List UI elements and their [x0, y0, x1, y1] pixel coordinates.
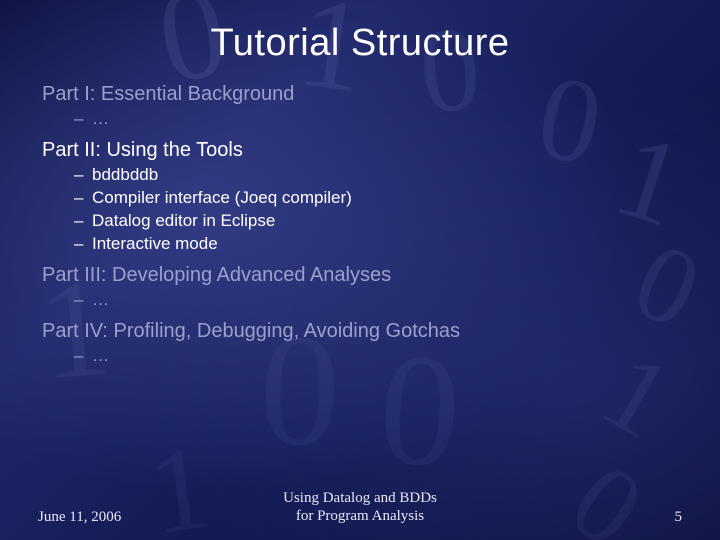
part-item: –…: [74, 108, 678, 131]
part-item-text: Interactive mode: [92, 234, 218, 253]
slide-title: Tutorial Structure: [42, 22, 678, 65]
dash-icon: –: [74, 345, 92, 368]
part-heading: Part II: Using the Tools: [42, 139, 678, 162]
part-item-text: Compiler interface (Joeq compiler): [92, 188, 352, 207]
outline: Part I: Essential Background–…Part II: U…: [42, 83, 678, 368]
dash-icon: –: [74, 187, 92, 210]
footer-line1: Using Datalog and BDDs: [283, 490, 437, 506]
dash-icon: –: [74, 164, 92, 187]
part-heading: Part IV: Profiling, Debugging, Avoiding …: [42, 320, 678, 343]
part-heading: Part I: Essential Background: [42, 83, 678, 106]
part-item-text: …: [92, 346, 109, 365]
dash-icon: –: [74, 108, 92, 131]
part-item: –…: [74, 345, 678, 368]
dash-icon: –: [74, 233, 92, 256]
footer-center: Using Datalog and BDDs for Program Analy…: [188, 489, 532, 527]
footer-date: June 11, 2006: [38, 509, 188, 526]
part-items: –…: [74, 289, 678, 312]
part-item-text: Datalog editor in Eclipse: [92, 211, 275, 230]
dash-icon: –: [74, 289, 92, 312]
part-item: –bddbddb: [74, 164, 678, 187]
part-item: –Compiler interface (Joeq compiler): [74, 187, 678, 210]
slide: Tutorial Structure Part I: Essential Bac…: [0, 0, 720, 540]
part-items: –…: [74, 108, 678, 131]
part-item: –…: [74, 289, 678, 312]
footer-line2: for Program Analysis: [296, 508, 424, 524]
part-items: –bddbddb–Compiler interface (Joeq compil…: [74, 164, 678, 256]
part-item-text: …: [92, 109, 109, 128]
part-item: –Interactive mode: [74, 233, 678, 256]
part-heading: Part III: Developing Advanced Analyses: [42, 264, 678, 287]
part-item-text: …: [92, 290, 109, 309]
part-item: –Datalog editor in Eclipse: [74, 210, 678, 233]
part-items: –…: [74, 345, 678, 368]
footer-page: 5: [532, 509, 682, 526]
part-item-text: bddbddb: [92, 165, 158, 184]
footer: June 11, 2006 Using Datalog and BDDs for…: [0, 489, 720, 527]
dash-icon: –: [74, 210, 92, 233]
